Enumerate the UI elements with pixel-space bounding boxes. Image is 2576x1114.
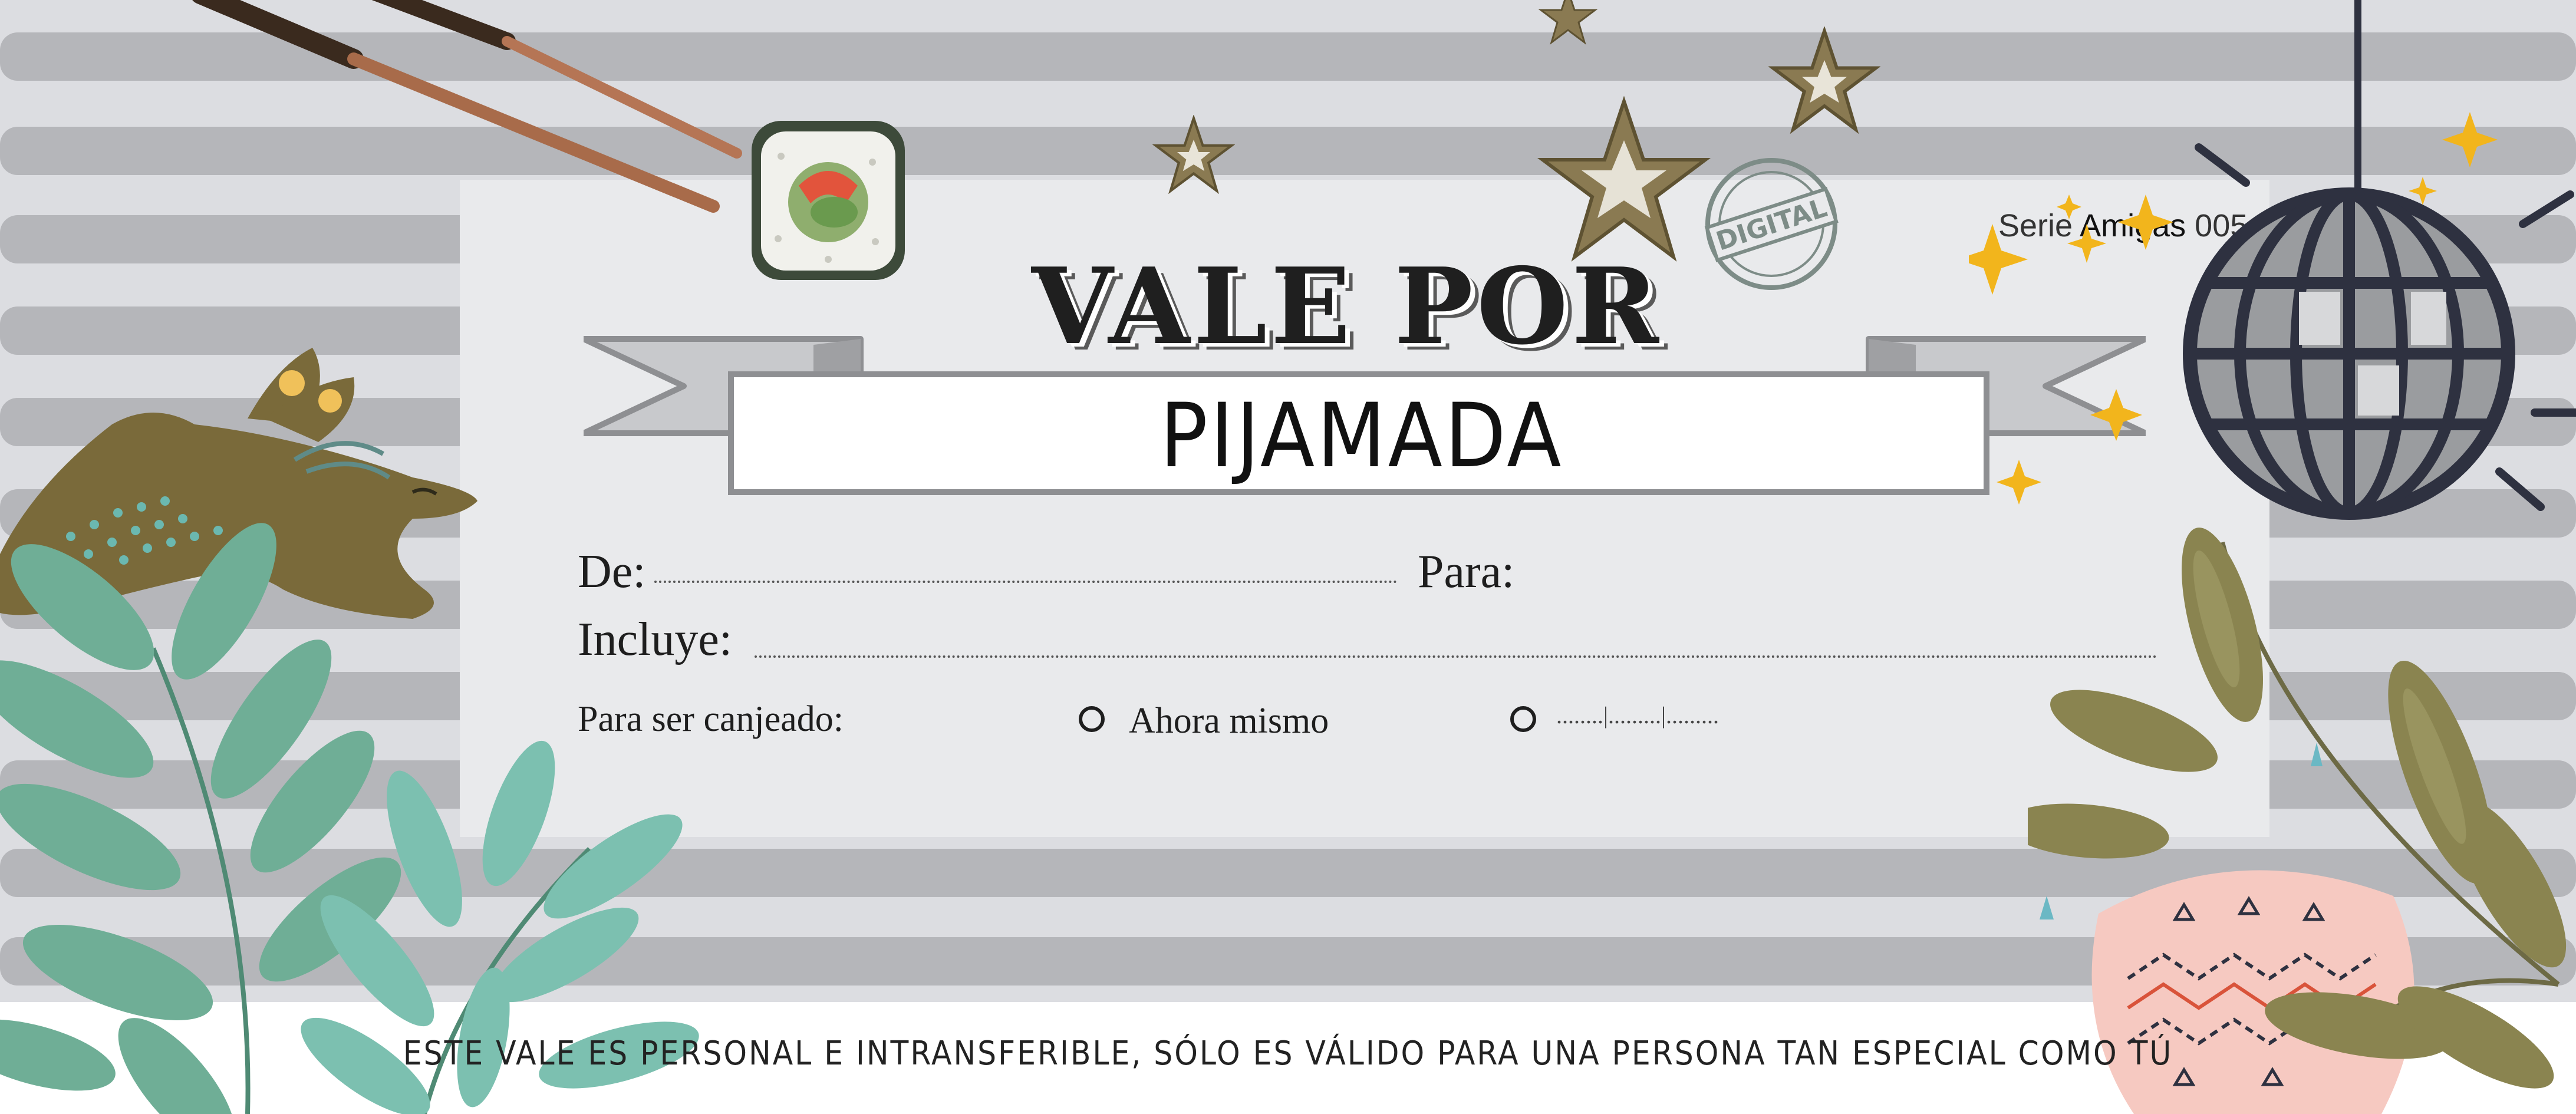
to-label: Para: — [1418, 546, 1515, 598]
star-icon — [1152, 115, 1235, 195]
stamp-text: DIGITAL — [1712, 193, 1830, 256]
redeem-date-field[interactable]: ........|.........|......... — [1556, 701, 1719, 729]
chopsticks-illustration — [192, 0, 742, 213]
star-icon — [1538, 0, 1598, 45]
star-icon — [1768, 27, 1880, 134]
redeem-date-radio[interactable] — [1510, 706, 1536, 732]
redeem-now-radio[interactable] — [1079, 706, 1105, 732]
voucher: DIGITAL Serie Amigas 005 VALE POR PIJAMA… — [0, 0, 2576, 1114]
redeem-now-label: Ahora mismo — [1129, 701, 1329, 741]
digital-stamp: DIGITAL — [1704, 158, 1839, 290]
sushi-roll-illustration — [752, 121, 905, 280]
footer-disclaimer: ESTE VALE ES PERSONAL E INTRANSFERIBLE, … — [403, 1034, 2173, 1073]
voucher-item: PIJAMADA — [1159, 385, 1564, 487]
sparkle-icon — [1969, 112, 2498, 505]
includes-field[interactable] — [755, 655, 2157, 658]
leaf-branch-illustration — [2028, 528, 2567, 1089]
leaf-branch-illustration — [0, 523, 699, 1114]
